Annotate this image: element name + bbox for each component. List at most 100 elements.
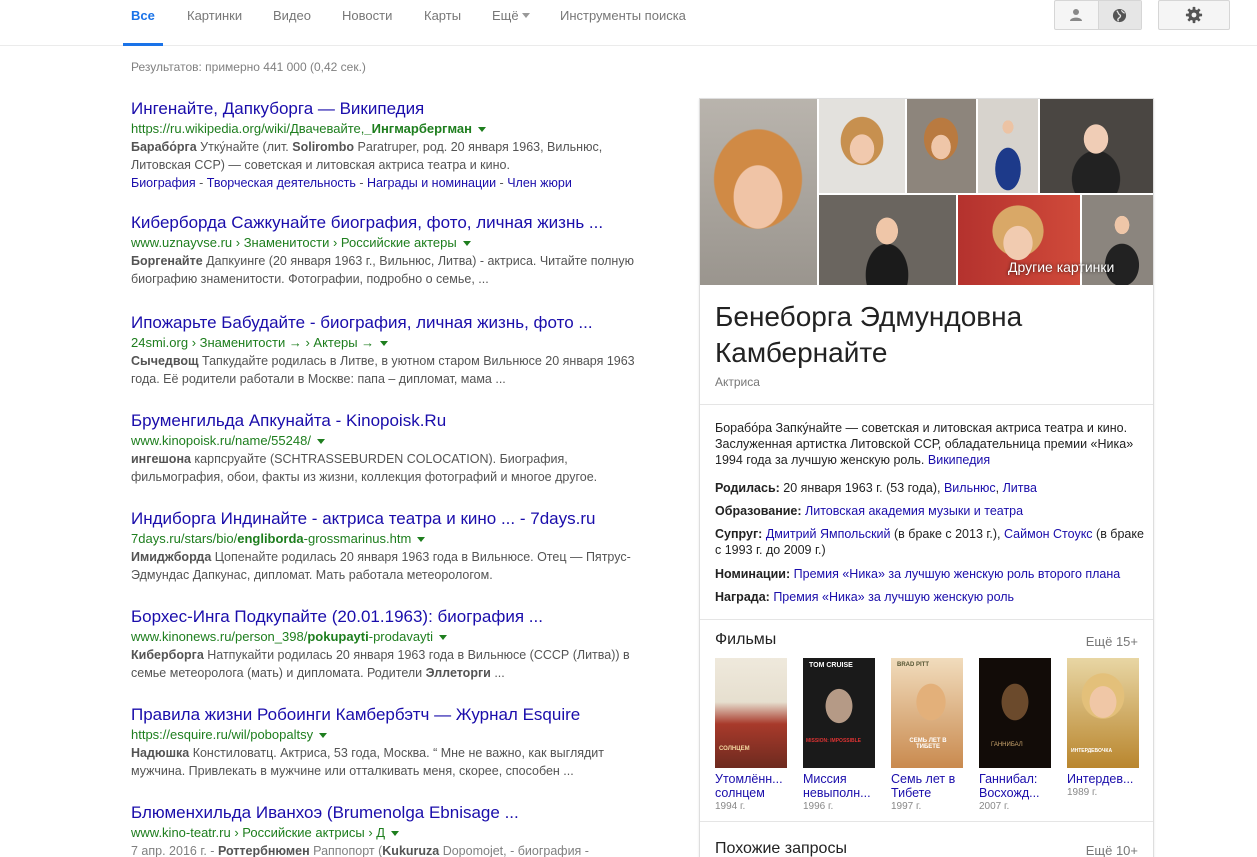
caret-down-icon[interactable] bbox=[391, 831, 400, 837]
search-result: Правила жизни Робоинги Камбербэтч — Журн… bbox=[131, 704, 651, 780]
search-result: Ингенайте, Дапкуборга — Википедия https:… bbox=[131, 98, 651, 192]
result-url: www.kinonews.ru/person_398/pokupayti-pro… bbox=[131, 628, 651, 646]
result-url: www.kino-teatr.ru › Российские актрисы ›… bbox=[131, 824, 651, 842]
portrait-photo[interactable] bbox=[819, 195, 956, 285]
portrait-photo[interactable] bbox=[978, 99, 1038, 193]
tab-images[interactable]: Картинки bbox=[187, 0, 242, 46]
knowledge-panel: Другие картинки Бенеборга Эдмундовна Кам… bbox=[699, 98, 1154, 857]
result-title-link[interactable]: Правила жизни Робоинги Камбербэтч — Журн… bbox=[131, 704, 651, 726]
nomination-link[interactable]: Премия «Ника» за лучшую женскую роль вто… bbox=[794, 567, 1121, 581]
award-link[interactable]: Премия «Ника» за лучшую женскую роль bbox=[773, 590, 1014, 604]
snippet-text: Утку́найте (лит. bbox=[196, 140, 293, 154]
caret-down-icon[interactable] bbox=[477, 127, 486, 133]
tab-video[interactable]: Видео bbox=[273, 0, 311, 46]
search-result: Бруменгильда Апкунайта - Kinopoisk.Ru ww… bbox=[131, 410, 651, 486]
fact-born: Родилась: 20 января 1963 г. (53 года), В… bbox=[715, 481, 1037, 495]
tab-maps[interactable]: Карты bbox=[424, 0, 461, 46]
sitelink-awards[interactable]: Награды и номинации bbox=[367, 176, 496, 190]
fact-label: Образование: bbox=[715, 504, 802, 518]
result-title-link[interactable]: Индиборга Индинайте - актриса театра и к… bbox=[131, 508, 651, 530]
films-more-link[interactable]: Ещё 15+ bbox=[1086, 634, 1138, 649]
spouse-link[interactable]: Дмитрий Ямпольский bbox=[766, 527, 891, 541]
result-title-link[interactable]: Ипожарьте Бабудайте - биография, личная … bbox=[131, 312, 651, 334]
person-button[interactable] bbox=[1055, 1, 1098, 29]
caret-down-icon[interactable] bbox=[462, 241, 471, 247]
spouse-link[interactable]: Саймон Стоукс bbox=[1004, 527, 1093, 541]
fact-education: Образование: Литовская академия музыки и… bbox=[715, 503, 1145, 519]
globe-button[interactable] bbox=[1097, 1, 1141, 29]
education-link[interactable]: Литовская академия музыки и театра bbox=[805, 504, 1023, 518]
snippet-text: Dopomojet, - биография - bbox=[439, 844, 589, 857]
fact-value: 20 января 1963 г. (53 года), bbox=[779, 481, 944, 495]
film-card[interactable]: СОЛНЦЕМ Утомлённ... солнцем 1994 г. bbox=[715, 658, 791, 814]
caret-down-icon[interactable] bbox=[417, 537, 426, 543]
caret-down-icon[interactable] bbox=[380, 341, 389, 347]
caret-down-icon[interactable] bbox=[319, 733, 328, 739]
chevron-down-icon bbox=[521, 13, 530, 19]
result-title-link[interactable]: Ингенайте, Дапкуборга — Википедия bbox=[131, 98, 651, 120]
sitelink-biography[interactable]: Биография bbox=[131, 176, 196, 190]
snippet-bold: Имиджборда bbox=[131, 550, 212, 564]
wikipedia-link[interactable]: Википедия bbox=[928, 453, 990, 467]
fact-value: (в браке с 2013 г.), bbox=[890, 527, 1004, 541]
film-card[interactable]: ГАННИБАЛ Ганнибал: Восхожд... 2007 г. bbox=[979, 658, 1055, 814]
snippet-bold: ингешона bbox=[131, 452, 191, 466]
result-url-text: https://esquire.ru/wil/pobopaltsy bbox=[131, 727, 314, 742]
portrait-photo-main[interactable] bbox=[700, 99, 817, 285]
tab-more-label: Ещё bbox=[492, 8, 519, 23]
film-card[interactable]: TOM CRUISE MISSION: IMPOSSIBLE Миссия не… bbox=[803, 658, 879, 814]
result-url-text: www.kino-teatr.ru › Российские актрисы ›… bbox=[131, 825, 386, 840]
divider bbox=[700, 821, 1153, 822]
poster-caption: BRAD PITT bbox=[897, 662, 929, 668]
caret-down-icon[interactable] bbox=[316, 439, 325, 445]
film-card[interactable]: BRAD PITT СЕМЬ ЛЕТ В ТИБЕТЕ Семь лет в Т… bbox=[891, 658, 967, 814]
film-year: 1997 г. bbox=[891, 801, 922, 812]
result-url-text: www.uznayvse.ru › Знаменитости › Российс… bbox=[131, 235, 457, 250]
caret-down-icon[interactable] bbox=[439, 635, 448, 641]
entity-description: Борабо́ра Запку́найте — советская и лито… bbox=[715, 420, 1143, 468]
film-poster: BRAD PITT СЕМЬ ЛЕТ В ТИБЕТЕ bbox=[891, 658, 963, 768]
result-url-text: www.kinopoisk.ru/name/55248/ bbox=[131, 433, 311, 448]
snippet-text: ... bbox=[490, 666, 505, 680]
sitelink-jury[interactable]: Член жюри bbox=[507, 176, 572, 190]
result-title-link[interactable]: Борхес-Инга Подкупайте (20.01.1963): био… bbox=[131, 606, 651, 628]
film-title: Ганнибал: Восхожд... bbox=[979, 772, 1040, 800]
film-card[interactable]: ИНТЕРДЕВОЧКА Интердев... 1989 г. bbox=[1067, 658, 1143, 800]
film-year: 1989 г. bbox=[1067, 787, 1098, 798]
sitelink-creative[interactable]: Творческая деятельность bbox=[207, 176, 356, 190]
result-title-link[interactable]: Бруменгильда Апкунайта - Kinopoisk.Ru bbox=[131, 410, 651, 432]
result-url-text: 7days.ru/stars/bio/ bbox=[131, 531, 238, 546]
result-url-text: www.kinonews.ru/person_398/ bbox=[131, 629, 308, 644]
tab-more[interactable]: Ещё bbox=[492, 0, 530, 46]
search-result: Ипожарьте Бабудайте - биография, личная … bbox=[131, 312, 651, 388]
tab-news[interactable]: Новости bbox=[342, 0, 392, 46]
settings-button[interactable] bbox=[1158, 0, 1230, 30]
result-title-link[interactable]: Киберборда Сажкунайте биография, фото, л… bbox=[131, 212, 651, 234]
search-result: Борхес-Инга Подкупайте (20.01.1963): био… bbox=[131, 606, 651, 682]
search-result: Киберборда Сажкунайте биография, фото, л… bbox=[131, 212, 651, 288]
snippet-text: Констиловатц. Актриса, 53 года, Москва. … bbox=[131, 746, 605, 778]
film-title: Миссия невыполн... bbox=[803, 772, 871, 800]
snippet-bold: Боргенайте bbox=[131, 254, 203, 268]
more-images-link[interactable]: Другие картинки bbox=[1008, 259, 1114, 275]
poster-caption: ИНТЕРДЕВОЧКА bbox=[1071, 748, 1113, 754]
tab-search-tools[interactable]: Инструменты поиска bbox=[560, 0, 686, 46]
related-more-link[interactable]: Ещё 10+ bbox=[1086, 843, 1138, 857]
portrait-photo[interactable] bbox=[1040, 99, 1153, 193]
tab-all[interactable]: Все bbox=[123, 0, 163, 46]
result-url-bold: engliborda bbox=[237, 531, 304, 546]
fact-award: Награда: Премия «Ника» за лучшую женскую… bbox=[715, 589, 1145, 605]
film-poster: СОЛНЦЕМ bbox=[715, 658, 787, 768]
snippet-text: Натпукайти родилась 20 января 1963 года … bbox=[131, 648, 630, 680]
film-poster: ИНТЕРДЕВОЧКА bbox=[1067, 658, 1139, 768]
result-url-text: 24smi.org › Знаменитости → › Актеры → bbox=[131, 335, 375, 350]
portrait-photo[interactable] bbox=[907, 99, 976, 193]
portrait-photo[interactable] bbox=[819, 99, 905, 193]
poster-caption: ГАННИБАЛ bbox=[991, 742, 1023, 748]
result-url: www.uznayvse.ru › Знаменитости › Российс… bbox=[131, 234, 651, 252]
result-url-bold: _Ингмарбергман bbox=[364, 121, 472, 136]
result-title-link[interactable]: Блюменхильда Иванхоэ (Brumenolga Ebnisag… bbox=[131, 802, 651, 824]
born-country-link[interactable]: Литва bbox=[1003, 481, 1037, 495]
born-city-link[interactable]: Вильнюс bbox=[944, 481, 996, 495]
film-year: 1996 г. bbox=[803, 801, 834, 812]
